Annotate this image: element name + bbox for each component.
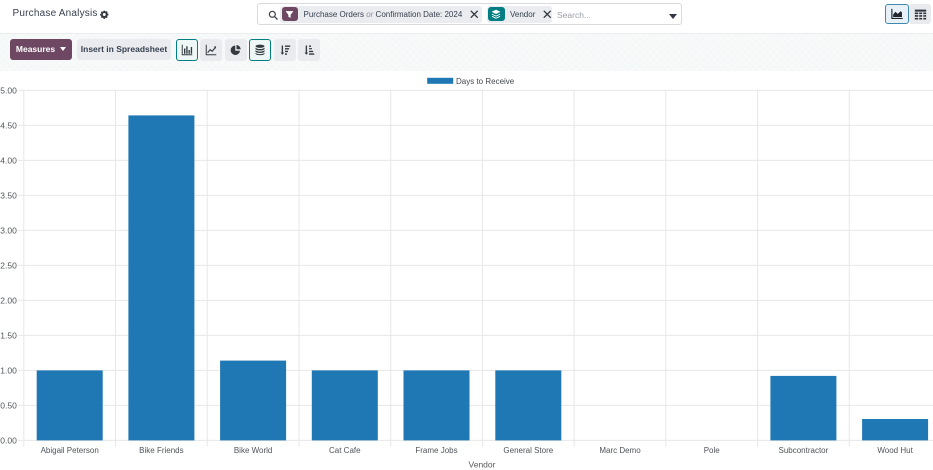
svg-text:Marc Demo: Marc Demo bbox=[599, 446, 641, 455]
svg-text:0.00: 0.00 bbox=[0, 435, 17, 445]
svg-text:Bike Friends: Bike Friends bbox=[139, 446, 183, 455]
svg-text:Bike World: Bike World bbox=[234, 446, 273, 455]
svg-text:Pole: Pole bbox=[704, 446, 721, 455]
svg-text:Wood Hut: Wood Hut bbox=[877, 446, 913, 455]
svg-text:5.00: 5.00 bbox=[0, 85, 17, 95]
svg-text:Vendor: Vendor bbox=[469, 460, 496, 470]
svg-text:Abigail Peterson: Abigail Peterson bbox=[41, 446, 99, 455]
svg-text:Frame Jobs: Frame Jobs bbox=[415, 446, 457, 455]
svg-text:4.00: 4.00 bbox=[0, 155, 17, 165]
svg-text:1.50: 1.50 bbox=[0, 330, 17, 340]
svg-text:1.00: 1.00 bbox=[0, 365, 17, 375]
svg-text:2.50: 2.50 bbox=[0, 260, 17, 270]
svg-text:4.50: 4.50 bbox=[0, 120, 17, 130]
svg-text:3.00: 3.00 bbox=[0, 225, 17, 235]
svg-text:0.50: 0.50 bbox=[0, 400, 17, 410]
svg-text:Cat Cafe: Cat Cafe bbox=[329, 446, 361, 455]
svg-text:3.50: 3.50 bbox=[0, 190, 17, 200]
svg-text:General Store: General Store bbox=[503, 446, 553, 455]
svg-text:Days to Receive: Days to Receive bbox=[456, 77, 515, 86]
svg-text:2.00: 2.00 bbox=[0, 295, 17, 305]
svg-text:Subcontractor: Subcontractor bbox=[778, 446, 828, 455]
